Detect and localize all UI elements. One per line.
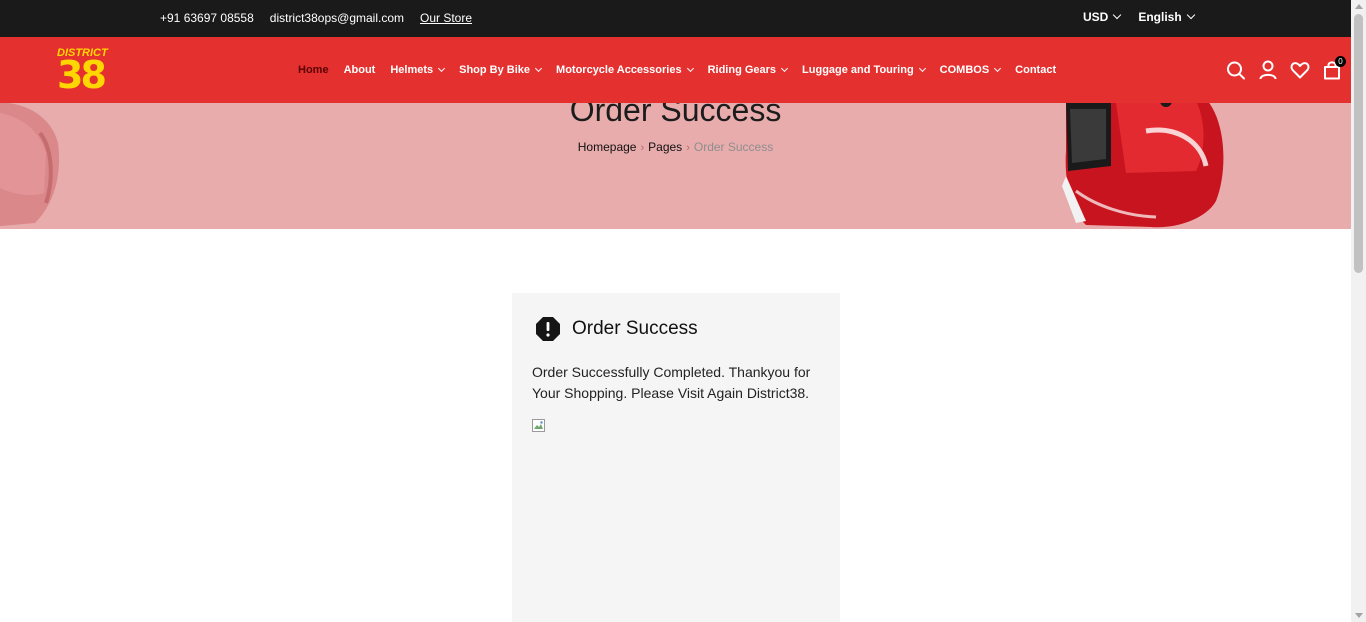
nav-luggage-touring[interactable]: Luggage and Touring: [802, 64, 926, 76]
chevron-down-icon: [1113, 10, 1122, 20]
nav-label: Riding Gears: [707, 64, 777, 76]
cart-icon[interactable]: 0: [1322, 56, 1346, 81]
nav-label: Helmets: [390, 64, 434, 76]
currency-select[interactable]: USD: [1083, 10, 1122, 24]
nav-shop-by-bike[interactable]: Shop By Bike: [459, 64, 543, 76]
card-header: Order Success: [535, 316, 698, 342]
chevron-down-icon: [918, 64, 926, 72]
scroll-thumb[interactable]: [1354, 14, 1363, 273]
heart-icon[interactable]: [1290, 59, 1310, 81]
language-label: English: [1138, 10, 1182, 24]
chevron-down-icon: [994, 64, 1002, 72]
top-bar: +91 63697 08558 district38ops@gmail.com …: [0, 0, 1351, 37]
nav-label: Contact: [1015, 64, 1057, 76]
chevron-down-icon: [781, 64, 789, 72]
nav-motorcycle-accessories[interactable]: Motorcycle Accessories: [556, 64, 694, 76]
nav-helmets[interactable]: Helmets: [390, 64, 446, 76]
card-title: Order Success: [572, 318, 698, 339]
our-store-link[interactable]: Our Store: [420, 11, 472, 25]
nav-about[interactable]: About: [344, 64, 376, 76]
chevron-right-icon: ›: [640, 142, 645, 154]
nav-riding-gears[interactable]: Riding Gears: [707, 64, 789, 76]
breadcrumb-current: Order Success: [693, 140, 774, 154]
phone-number[interactable]: +91 63697 08558: [160, 11, 254, 25]
nav-label: Motorcycle Accessories: [556, 64, 682, 76]
page-banner: Order Success Homepage › Pages › Order Succe…: [0, 103, 1351, 229]
cart-count-badge: 0: [1335, 56, 1346, 67]
helmet-image-right: [1062, 103, 1224, 228]
nav-label: Luggage and Touring: [802, 64, 914, 76]
nav-home[interactable]: Home: [298, 64, 329, 76]
header-actions: 0: [1226, 56, 1346, 81]
district38-logo[interactable]: 38 DISTRICT: [57, 47, 113, 97]
order-success-message: Order Successfully Completed. Thankyou f…: [532, 364, 811, 401]
order-success-card: Order Success Order Successfully Complet…: [512, 293, 840, 622]
main-nav: Home About Helmets Shop By Bike Motorcyc…: [298, 64, 1056, 76]
nav-label: Home: [298, 64, 329, 76]
nav-label: COMBOS: [939, 64, 990, 76]
currency-label: USD: [1083, 10, 1109, 24]
page: +91 63697 08558 district38ops@gmail.com …: [0, 0, 1366, 622]
email-address[interactable]: district38ops@gmail.com: [270, 11, 404, 25]
chevron-right-icon: ›: [686, 142, 690, 154]
nav-label: Shop By Bike: [459, 64, 531, 76]
chevron-down-icon: [534, 64, 543, 72]
logo-word: DISTRICT: [57, 47, 108, 59]
main-header: 38 DISTRICT Home About Helmets Shop By B…: [0, 37, 1351, 103]
breadcrumb-pages[interactable]: Pages: [648, 140, 682, 154]
chevron-down-icon: [686, 64, 694, 72]
chevron-down-icon: [1186, 10, 1195, 20]
contact-info: +91 63697 08558 district38ops@gmail.com …: [160, 11, 472, 25]
alert-octagon-icon: [536, 317, 560, 341]
broken-image-icon: [532, 419, 545, 432]
scroll-down-arrow-icon[interactable]: [1355, 613, 1363, 618]
breadcrumb-homepage[interactable]: Homepage: [578, 140, 637, 154]
nav-combos[interactable]: COMBOS: [939, 64, 1002, 76]
preferences: USD English: [1083, 10, 1195, 24]
nav-label: About: [343, 64, 376, 76]
language-select[interactable]: English: [1138, 10, 1195, 24]
scroll-up-arrow-icon[interactable]: [1355, 4, 1363, 9]
nav-contact[interactable]: Contact: [1015, 64, 1056, 76]
page-scrollbar[interactable]: [1351, 0, 1366, 622]
chevron-down-icon: [438, 64, 446, 72]
user-icon[interactable]: [1258, 59, 1278, 81]
search-icon[interactable]: [1226, 59, 1246, 81]
